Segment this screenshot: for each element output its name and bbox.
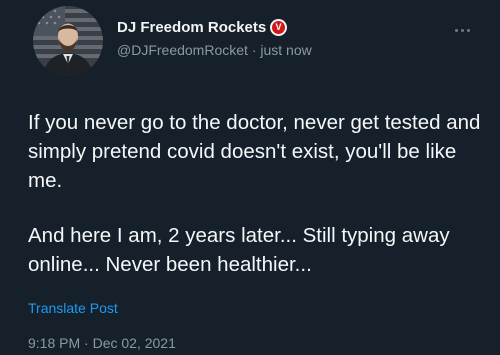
translate-post-link[interactable]: Translate Post: [28, 300, 118, 316]
meta-separator: ·: [251, 42, 257, 58]
more-horizontal-icon[interactable]: [455, 23, 477, 37]
display-name[interactable]: DJ Freedom Rockets: [117, 19, 266, 36]
post-text-paragraph: If you never go to the doctor, never get…: [28, 111, 481, 192]
verified-badge-icon: V: [270, 19, 287, 36]
post-card: DJ Freedom Rockets V @DJFreedomRocket · …: [0, 0, 500, 355]
more-dot: [467, 28, 470, 32]
post-timestamp[interactable]: 9:18 PM · Dec 02, 2021: [28, 335, 176, 351]
avatar[interactable]: [33, 6, 103, 76]
more-dot: [461, 28, 464, 32]
post-text-paragraph: And here I am, 2 years later... Still ty…: [28, 224, 450, 276]
author-handle[interactable]: @DJFreedomRocket: [117, 42, 248, 58]
more-dot: [455, 28, 458, 32]
relative-time: just now: [260, 42, 312, 58]
avatar-image: [33, 6, 103, 76]
verified-badge-letter: V: [272, 21, 285, 34]
author-meta: @DJFreedomRocket · just now: [117, 42, 312, 58]
